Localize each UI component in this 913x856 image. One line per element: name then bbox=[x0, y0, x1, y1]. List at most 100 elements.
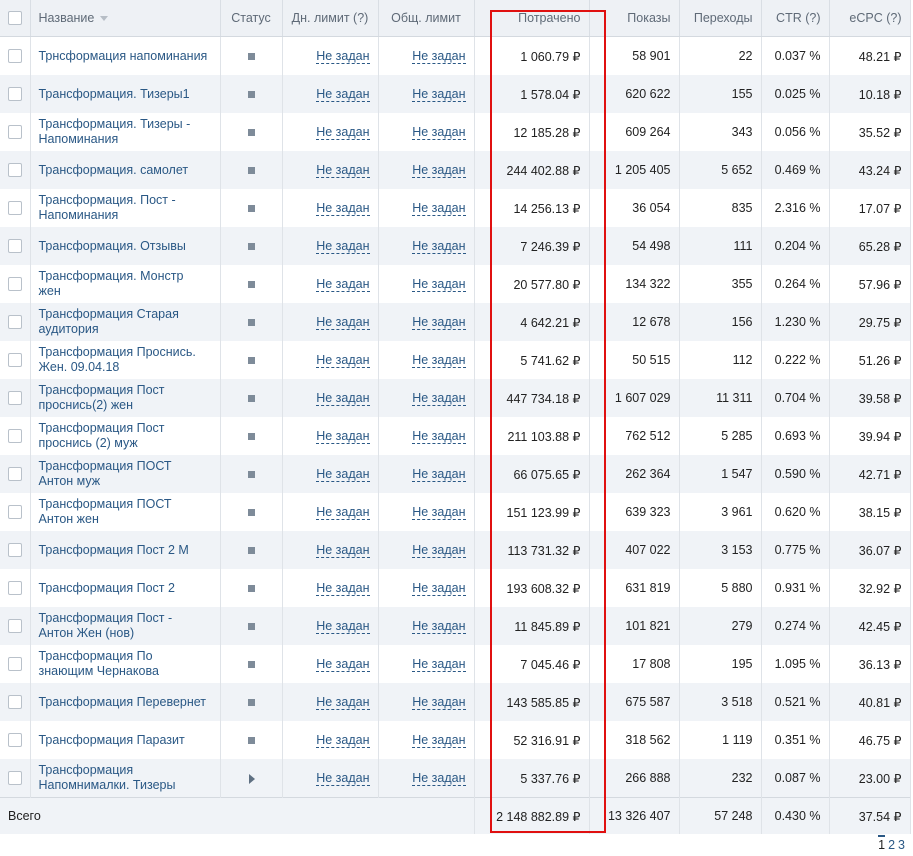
stop-square-icon[interactable] bbox=[247, 699, 255, 707]
daily-limit-link[interactable]: Не задан bbox=[316, 239, 370, 254]
stop-square-icon[interactable] bbox=[247, 357, 255, 365]
table-row[interactable]: Трансформация Пост - Антон Жен (нов) Не з… bbox=[0, 607, 911, 645]
row-checkbox[interactable] bbox=[7, 353, 22, 368]
stop-square-icon[interactable] bbox=[247, 243, 255, 251]
campaign-name-link[interactable]: Трансформация. Отзывы bbox=[39, 239, 209, 254]
campaign-name-link[interactable]: Трансформация Пост - Антон Жен (нов) bbox=[39, 611, 209, 641]
table-row[interactable]: Трансформация. Пост - Напоминания Не зада… bbox=[0, 189, 911, 227]
campaign-name-link[interactable]: Трансформация. Пост - Напоминания bbox=[39, 193, 209, 223]
header-daily-limit[interactable]: Дн. лимит (?) bbox=[282, 0, 379, 37]
total-limit-link[interactable]: Не задан bbox=[412, 505, 466, 520]
stop-square-icon[interactable] bbox=[247, 167, 255, 175]
total-limit-link[interactable]: Не задан bbox=[412, 353, 466, 368]
row-checkbox-cell[interactable] bbox=[0, 227, 31, 265]
total-limit-link[interactable]: Не задан bbox=[412, 201, 466, 216]
campaign-name-link[interactable]: Трансформация Пост 2 bbox=[39, 581, 209, 596]
table-row[interactable]: Трансформация ПОСТ Антон жен Не задан Не з… bbox=[0, 493, 911, 531]
campaign-name-link[interactable]: Трансформация ПОСТ Антон жен bbox=[39, 497, 209, 527]
daily-limit-link[interactable]: Не задан bbox=[316, 505, 370, 520]
daily-limit-link[interactable]: Не задан bbox=[316, 619, 370, 634]
table-row[interactable]: Трансформация ПОСТ Антон муж Не задан Не з… bbox=[0, 455, 911, 493]
daily-limit-link[interactable]: Не задан bbox=[316, 315, 370, 330]
row-checkbox-cell[interactable] bbox=[0, 341, 31, 379]
row-checkbox-cell[interactable] bbox=[0, 189, 31, 227]
row-checkbox[interactable] bbox=[7, 391, 22, 406]
daily-limit-link[interactable]: Не задан bbox=[316, 429, 370, 444]
row-checkbox-cell[interactable] bbox=[0, 645, 31, 683]
total-limit-link[interactable]: Не задан bbox=[412, 277, 466, 292]
table-row[interactable]: Трансформация Пост 2 Не задан Не задан 193 … bbox=[0, 569, 911, 607]
daily-limit-link[interactable]: Не задан bbox=[316, 87, 370, 102]
row-checkbox[interactable] bbox=[7, 277, 22, 292]
table-row[interactable]: Трансформация Пост 2 М Не задан Не задан 11… bbox=[0, 531, 911, 569]
total-limit-link[interactable]: Не задан bbox=[412, 239, 466, 254]
daily-limit-link[interactable]: Не задан bbox=[316, 771, 370, 786]
total-limit-link[interactable]: Не задан bbox=[412, 163, 466, 178]
campaign-name-link[interactable]: Трансформация Паразит bbox=[39, 733, 209, 748]
campaign-name-link[interactable]: Трансформация Пост проснись(2) жен bbox=[39, 383, 209, 413]
total-limit-link[interactable]: Не задан bbox=[412, 619, 466, 634]
total-limit-link[interactable]: Не задан bbox=[412, 125, 466, 140]
table-row[interactable]: Трансформация. Отзывы Не задан Не задан 7 2… bbox=[0, 227, 911, 265]
row-checkbox-cell[interactable] bbox=[0, 607, 31, 645]
table-row[interactable]: Трансформация. самолет Не задан Не задан 24… bbox=[0, 151, 911, 189]
row-checkbox[interactable] bbox=[7, 505, 22, 520]
campaign-name-link[interactable]: Трнсформация напоминания bbox=[39, 49, 209, 64]
daily-limit-link[interactable]: Не задан bbox=[316, 353, 370, 368]
table-row[interactable]: Трансформация. Монстр жен Не задан Не зада… bbox=[0, 265, 911, 303]
row-checkbox-cell[interactable] bbox=[0, 75, 31, 113]
daily-limit-link[interactable]: Не задан bbox=[316, 277, 370, 292]
campaign-name-link[interactable]: Трансформация Пост проснись (2) муж bbox=[39, 421, 209, 451]
stop-square-icon[interactable] bbox=[247, 471, 255, 479]
row-checkbox-cell[interactable] bbox=[0, 569, 31, 607]
row-checkbox-cell[interactable] bbox=[0, 303, 31, 341]
row-checkbox[interactable] bbox=[7, 771, 22, 786]
campaign-name-link[interactable]: Трансформация Перевернет bbox=[39, 695, 209, 710]
campaign-name-link[interactable]: Трансформация Напомнималки. Тизеры bbox=[39, 763, 209, 793]
campaign-name-link[interactable]: Трансформация Старая аудитория bbox=[39, 307, 209, 337]
table-row[interactable]: Трансформация Пост проснись (2) муж Не за… bbox=[0, 417, 911, 455]
row-checkbox-cell[interactable] bbox=[0, 151, 31, 189]
row-checkbox[interactable] bbox=[7, 125, 22, 140]
row-checkbox[interactable] bbox=[7, 239, 22, 254]
total-limit-link[interactable]: Не задан bbox=[412, 315, 466, 330]
stop-square-icon[interactable] bbox=[247, 623, 255, 631]
page-link-3[interactable]: 3 bbox=[898, 838, 905, 852]
row-checkbox-cell[interactable] bbox=[0, 531, 31, 569]
row-checkbox[interactable] bbox=[7, 619, 22, 634]
daily-limit-link[interactable]: Не задан bbox=[316, 733, 370, 748]
row-checkbox[interactable] bbox=[7, 163, 22, 178]
daily-limit-link[interactable]: Не задан bbox=[316, 391, 370, 406]
daily-limit-link[interactable]: Не задан bbox=[316, 657, 370, 672]
row-checkbox-cell[interactable] bbox=[0, 113, 31, 151]
total-limit-link[interactable]: Не задан bbox=[412, 467, 466, 482]
row-checkbox[interactable] bbox=[7, 467, 22, 482]
table-row[interactable]: Трнсформация напоминания Не задан Не задан… bbox=[0, 36, 911, 75]
daily-limit-link[interactable]: Не задан bbox=[316, 201, 370, 216]
stop-square-icon[interactable] bbox=[247, 319, 255, 327]
stop-square-icon[interactable] bbox=[247, 737, 255, 745]
stop-square-icon[interactable] bbox=[247, 53, 255, 61]
row-checkbox-cell[interactable] bbox=[0, 36, 31, 75]
stop-square-icon[interactable] bbox=[247, 281, 255, 289]
total-limit-link[interactable]: Не задан bbox=[412, 87, 466, 102]
page-link-1[interactable]: 1 bbox=[878, 835, 886, 852]
daily-limit-link[interactable]: Не задан bbox=[316, 695, 370, 710]
campaign-name-link[interactable]: Трансформация. самолет bbox=[39, 163, 209, 178]
total-limit-link[interactable]: Не задан bbox=[412, 543, 466, 558]
campaign-name-link[interactable]: Трансформация ПОСТ Антон муж bbox=[39, 459, 209, 489]
sort-down-icon[interactable] bbox=[100, 16, 109, 22]
stop-square-icon[interactable] bbox=[247, 205, 255, 213]
row-checkbox-cell[interactable] bbox=[0, 683, 31, 721]
row-checkbox[interactable] bbox=[7, 315, 22, 330]
daily-limit-link[interactable]: Не задан bbox=[316, 581, 370, 596]
header-status[interactable]: Статус bbox=[220, 0, 283, 37]
row-checkbox[interactable] bbox=[7, 543, 22, 558]
row-checkbox-cell[interactable] bbox=[0, 417, 31, 455]
row-checkbox-cell[interactable] bbox=[0, 455, 31, 493]
campaign-name-link[interactable]: Трансформация Проснись. Жен. 09.04.18 bbox=[39, 345, 209, 375]
daily-limit-link[interactable]: Не задан bbox=[316, 49, 370, 64]
header-select-all[interactable] bbox=[0, 0, 31, 37]
total-limit-link[interactable]: Не задан bbox=[412, 695, 466, 710]
select-all-checkbox[interactable] bbox=[7, 11, 22, 26]
